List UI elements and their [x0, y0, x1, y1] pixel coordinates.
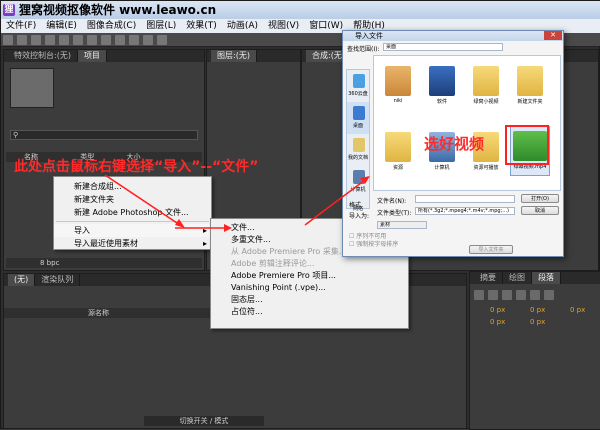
annotation-arrows — [104, 174, 370, 232]
arrow-to-dialog — [304, 179, 366, 226]
arrowhead-icon — [224, 224, 232, 232]
arrowhead-icon — [175, 219, 185, 228]
arrow-to-import — [104, 174, 181, 226]
